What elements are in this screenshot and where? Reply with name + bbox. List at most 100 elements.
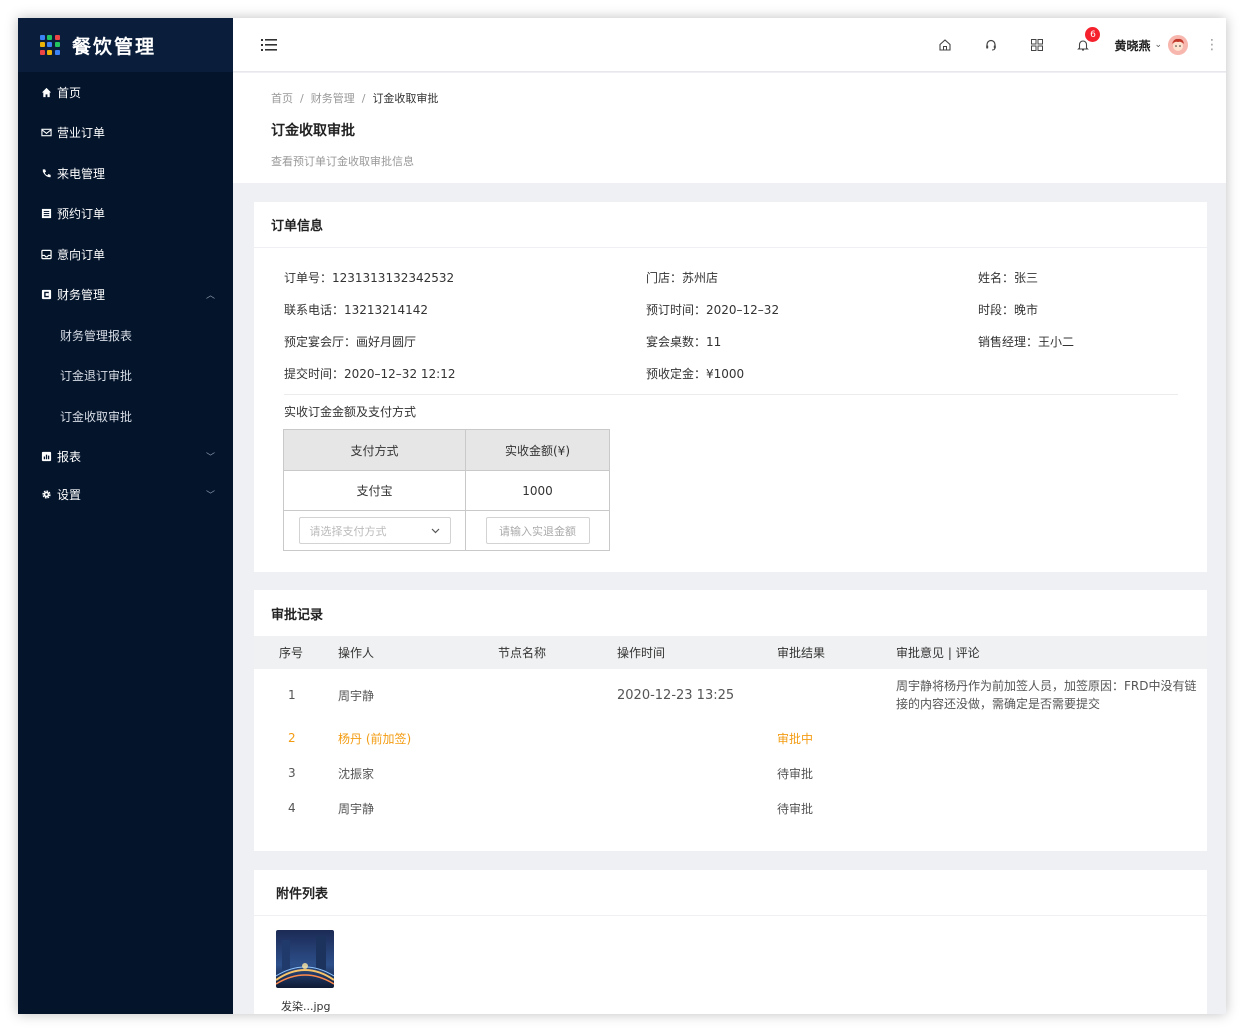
phone-icon [40, 167, 52, 179]
submit-time: 提交时间：2020–12–32 12:12 [284, 367, 456, 381]
column-header: 节点名称 [498, 636, 617, 669]
attachment-filename[interactable]: 发染...jpg [281, 998, 331, 1014]
sidebar-subitem-label: 订金收取审批 [60, 409, 133, 424]
sidebar-subitem-label: 财务管理报表 [60, 328, 133, 343]
more-vertical-icon[interactable]: ⋮ [1198, 18, 1226, 72]
operator: 周宇静 [338, 801, 375, 816]
finance-icon [40, 289, 52, 301]
info-row: 订单号：1231313132342532 门店：苏州店 姓名：张三 [284, 269, 1184, 301]
inbox-icon [40, 248, 52, 260]
amount-input[interactable]: 请输入实退金额 [485, 517, 590, 544]
sidebar-item-label: 营业订单 [57, 126, 106, 141]
order-info-grid: 订单号：1231313132342532 门店：苏州店 姓名：张三 联系电话：1… [284, 269, 1184, 397]
column-header: 序号 [254, 636, 338, 669]
page-description: 查看预订单订金收取审批信息 [271, 155, 414, 168]
mail-icon [40, 127, 52, 139]
column-header: 实收金额(¥) [465, 429, 610, 471]
node-name [498, 755, 617, 791]
divider [284, 394, 1178, 395]
notifications-button[interactable]: 6 [1060, 18, 1106, 72]
card-title: 订单信息 [254, 202, 1207, 248]
attachments-card: 附件列表 发染...jpg [254, 870, 1207, 1014]
attachment-thumbnail[interactable] [276, 930, 334, 988]
sidebar-item-intent-orders[interactable]: 意向订单 [18, 234, 233, 275]
sidebar-item-settings[interactable]: 设置 ﹀ [18, 477, 233, 511]
banquet-hall: 预定宴会厅：画好月圆厅 [284, 335, 417, 349]
input-cell: 请输入实退金额 [465, 510, 610, 551]
sidebar-item-home[interactable]: 首页 [18, 72, 233, 113]
sidebar-item-label: 设置 [57, 487, 82, 502]
order-number: 订单号：1231313132342532 [284, 271, 455, 285]
sidebar-item-finance[interactable]: 财务管理 ︿ [18, 275, 233, 316]
table-row: 支付宝 1000 [283, 470, 610, 511]
apps-grid-icon [40, 35, 60, 55]
approval-result: 待审批 [777, 766, 814, 781]
row-number: 1 [288, 688, 296, 702]
customer-name: 姓名：张三 [978, 271, 1039, 285]
approval-result: 待审批 [777, 801, 814, 816]
info-row: 预定宴会厅：画好月圆厅 宴会桌数：11 销售经理：王小二 [284, 333, 1184, 365]
operator: 杨丹 (前加签) [338, 731, 412, 746]
sidebar-item-reports[interactable]: 报表 ﹀ [18, 437, 233, 478]
operation-time [617, 755, 777, 791]
row-number: 2 [288, 731, 296, 745]
header-tools: 6 黄晓燕 ⌄ ⋮ [922, 18, 1226, 72]
node-name [498, 721, 617, 755]
operation-time: 2020-12-23 13:25 [617, 687, 735, 703]
user-menu[interactable]: 黄晓燕 ⌄ [1106, 18, 1198, 72]
support-button[interactable] [968, 18, 1014, 72]
sidebar-item-reservations[interactable]: 预约订单 [18, 194, 233, 235]
card-title: 附件列表 [254, 870, 1207, 916]
time-period: 时段：晚市 [978, 303, 1039, 317]
chevron-down-icon: ﹀ [205, 453, 215, 464]
list-icon [40, 208, 52, 220]
table-row: 2 杨丹 (前加签) 审批中 [254, 721, 1207, 755]
payment-method-select[interactable]: 请选择支付方式 [298, 517, 451, 544]
approval-result: 审批中 [777, 731, 814, 746]
table-header-row: 序号 操作人 节点名称 操作时间 审批结果 审批意见 | 评论 [254, 636, 1207, 669]
store: 门店：苏州店 [646, 271, 719, 285]
sidebar-item-business-orders[interactable]: 营业订单 [18, 113, 233, 154]
breadcrumb: 首页 / 财务管理 / 订金收取审批 [271, 90, 1226, 106]
grid-icon [1031, 39, 1044, 51]
table-row: 3 沈振家 待审批 [254, 755, 1207, 791]
chevron-down-icon [431, 528, 439, 533]
payment-caption: 实收订金金额及支付方式 [284, 405, 417, 419]
column-header: 操作人 [338, 636, 498, 669]
table-row: 请选择支付方式 请输入实退金额 [283, 510, 610, 551]
info-row: 提交时间：2020–12–32 12:12 预收定金：¥1000 [284, 365, 1184, 397]
card-title: 审批记录 [271, 607, 324, 623]
sidebar-item-label: 首页 [57, 85, 82, 100]
operator: 沈振家 [338, 766, 375, 781]
sidebar-item-calls[interactable]: 来电管理 [18, 153, 233, 194]
home-icon [40, 86, 52, 98]
brand: 餐饮管理 [18, 18, 233, 72]
approval-result [777, 669, 896, 721]
breadcrumb-home[interactable]: 首页 [271, 90, 293, 106]
sidebar-item-label: 来电管理 [57, 166, 106, 181]
headset-icon [986, 39, 997, 51]
chart-icon [40, 451, 52, 463]
column-header: 审批意见 | 评论 [896, 636, 1207, 669]
table-row: 1 周宇静 2020-12-23 13:25 周宇静将杨丹作为前加签人员，加签原… [254, 669, 1207, 721]
sidebar-menu: 首页 营业订单 来电管理 预约订单 意向订单 财务管理 ︿ 财务管理报表 订金退… [18, 72, 233, 511]
gear-icon [40, 488, 52, 500]
sidebar-subitem-deposit-collect-approval[interactable]: 订金收取审批 [18, 396, 233, 437]
chevron-down-icon: ﹀ [205, 490, 215, 501]
breadcrumb-finance[interactable]: 财务管理 [311, 90, 355, 106]
sidebar-item-label: 预约订单 [57, 207, 106, 222]
sidebar-subitem-deposit-refund-approval[interactable]: 订金退订审批 [18, 356, 233, 397]
menu-toggle-icon[interactable] [261, 37, 277, 51]
page-title: 订金收取审批 [271, 123, 355, 139]
approval-comment [896, 755, 1207, 791]
sidebar-subitem-finance-report[interactable]: 财务管理报表 [18, 315, 233, 356]
table-count: 宴会桌数：11 [646, 335, 722, 349]
breadcrumb-current: 订金收取审批 [372, 92, 439, 105]
sidebar-item-label: 报表 [57, 450, 82, 465]
apps-button[interactable] [1014, 18, 1060, 72]
sidebar: 餐饮管理 首页 营业订单 来电管理 预约订单 意向订单 财务管理 ︿ 财务管理报… [18, 18, 233, 1014]
home-button[interactable] [922, 18, 968, 72]
avatar [1168, 35, 1188, 55]
operator: 周宇静 [338, 688, 375, 703]
approval-record-card: 审批记录 序号 操作人 节点名称 操作时间 审批结果 审批意见 | 评论 1 周… [254, 590, 1207, 851]
